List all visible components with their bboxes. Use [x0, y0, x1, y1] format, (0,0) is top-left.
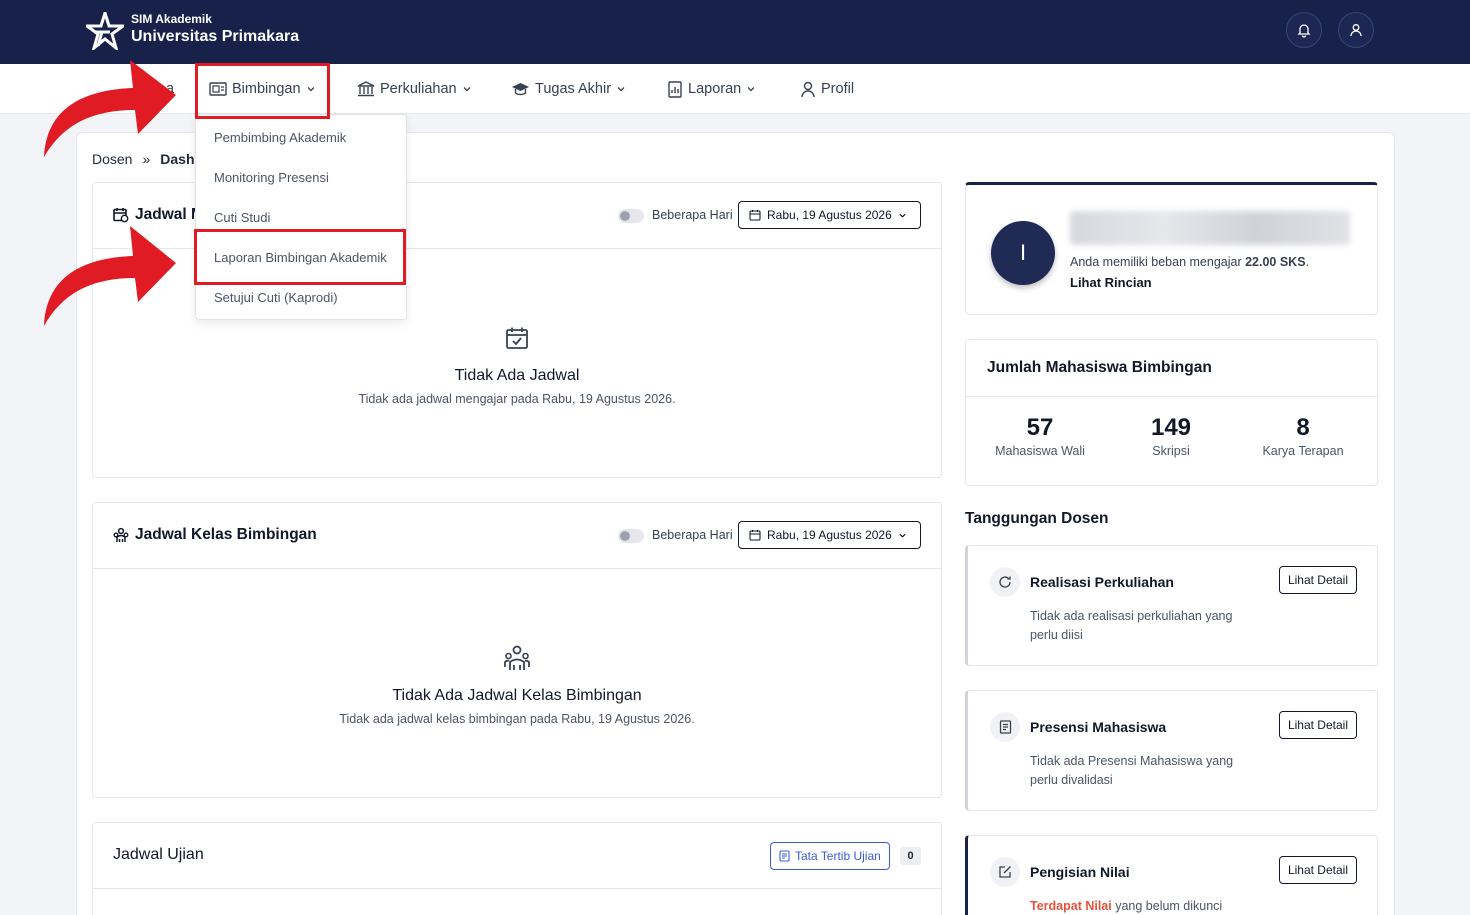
app-name: SIM Akademik	[131, 12, 212, 26]
task-title: Presensi Mahasiswa	[1030, 719, 1167, 735]
menu-item-cuti-studi[interactable]: Cuti Studi	[214, 210, 270, 225]
lihat-detail-button[interactable]: Lihat Detail	[1278, 566, 1357, 594]
nav-item-profil[interactable]: Profil	[800, 64, 854, 114]
notification-button[interactable]	[1286, 12, 1322, 48]
lihat-rincian-link[interactable]: Lihat Rincian	[1070, 275, 1152, 290]
redacted-lecturer-name	[1070, 211, 1350, 245]
empty-state-title: Tidak Ada Jadwal	[454, 367, 580, 384]
calendar-icon	[749, 210, 761, 221]
menu-item-pembimbing-akademik[interactable]: Pembimbing Akademik	[214, 130, 346, 145]
chevron-down-icon	[747, 87, 755, 92]
teaching-load-text: Anda memiliki beban mengajar 22.00 SKS.	[1070, 255, 1310, 269]
people-group-icon	[113, 527, 129, 542]
institution-icon	[357, 81, 375, 97]
document-icon	[779, 850, 790, 862]
lihat-detail-button[interactable]: Lihat Detail	[1278, 856, 1357, 884]
task-card-pengisian-nilai: Pengisian Nilai Terdapat Nilai yang belu…	[965, 835, 1378, 915]
task-description: Terdapat Nilai yang belum dikunci	[1030, 899, 1223, 913]
jadwal-bimbingan-card: Jadwal Kelas Bimbingan Beberapa Hari Rab…	[92, 502, 942, 798]
people-group-icon	[504, 645, 530, 670]
university-logo[interactable]	[86, 12, 124, 50]
profile-card: I Anda memiliki beban mengajar 22.00 SKS…	[965, 182, 1378, 315]
exam-count-badge: 0	[900, 847, 921, 865]
pointer-arrow-icon	[44, 226, 176, 326]
toggle-label: Beberapa Hari	[652, 528, 733, 542]
chevron-down-icon	[899, 213, 906, 218]
task-description: Tidak ada Presensi Mahasiswa yang perlu …	[1030, 754, 1234, 787]
user-icon	[801, 81, 815, 97]
chevron-down-icon	[899, 533, 906, 538]
empty-state-title: Tidak Ada Jadwal Kelas Bimbingan	[392, 687, 642, 704]
section-title: Tanggungan Dosen	[965, 510, 1109, 527]
graduation-cap-icon	[512, 83, 529, 96]
stat-karya-terapan[interactable]: 8 Karya Terapan	[1238, 414, 1368, 458]
stat-skripsi[interactable]: 149 Skripsi	[1106, 414, 1236, 458]
university-name: Universitas Primakara	[131, 28, 300, 45]
nav-item-laporan[interactable]: Laporan	[667, 64, 756, 114]
card-title: Jadwal Ujian	[113, 846, 204, 863]
card-title: Jadwal Kelas Bimbingan	[113, 526, 317, 544]
empty-state-subtitle: Tidak ada jadwal kelas bimbingan pada Ra…	[339, 712, 695, 726]
calendar-check-icon	[506, 327, 528, 349]
empty-state-subtitle: Tidak ada jadwal mengajar pada Rabu, 19 …	[358, 392, 676, 406]
pointer-arrow-icon	[44, 60, 176, 157]
task-card-presensi: Presensi Mahasiswa Tidak ada Presensi Ma…	[965, 690, 1378, 811]
nav-item-tugas-akhir[interactable]: Tugas Akhir	[511, 64, 626, 114]
task-title: Pengisian Nilai	[1030, 864, 1130, 880]
bimbingan-dropdown-menu: Pembimbing Akademik Monitoring Presensi …	[195, 114, 407, 320]
jadwal-ujian-card: Jadwal Ujian Tata Tertib Ujian 0	[92, 822, 942, 915]
edit-icon	[990, 857, 1020, 887]
calendar-icon	[749, 530, 761, 541]
document-icon	[990, 712, 1020, 742]
task-title: Realisasi Perkuliahan	[1030, 574, 1174, 590]
highlight-box-bimbingan	[195, 63, 330, 119]
toggle-label: Beberapa Hari	[652, 208, 733, 222]
chevron-down-icon	[463, 87, 471, 92]
exam-rules-button[interactable]: Tata Tertib Ujian	[770, 842, 890, 870]
student-count-card: Jumlah Mahasiswa Bimbingan 57 Mahasiswa W…	[965, 339, 1378, 486]
chevron-down-icon	[617, 87, 625, 92]
date-picker-button[interactable]: Rabu, 19 Agustus 2026	[738, 521, 921, 549]
top-header: SIM Akademik Universitas Primakara	[0, 0, 1470, 64]
avatar: I	[991, 221, 1055, 285]
user-icon	[1350, 24, 1362, 37]
menu-item-monitoring-presensi[interactable]: Monitoring Presensi	[214, 170, 329, 185]
report-icon	[668, 80, 682, 98]
bell-icon	[1297, 24, 1311, 38]
refresh-icon	[990, 567, 1020, 597]
card-title: Jumlah Mahasiswa Bimbingan	[987, 359, 1212, 376]
task-description: Tidak ada realisasi perkuliahan yang per…	[1030, 609, 1233, 642]
task-card-realisasi: Realisasi Perkuliahan Tidak ada realisas…	[965, 545, 1378, 666]
date-picker-button[interactable]: Rabu, 19 Agustus 2026	[738, 201, 921, 229]
menu-item-setujui-cuti-kaprodi[interactable]: Setujui Cuti (Kaprodi)	[214, 290, 338, 305]
highlight-box-laporan	[194, 229, 406, 285]
stat-mahasiswa-wali[interactable]: 57 Mahasiswa Wali	[975, 414, 1105, 458]
nav-item-perkuliahan[interactable]: Perkuliahan	[357, 64, 472, 114]
account-button[interactable]	[1338, 12, 1374, 48]
beberapa-hari-toggle[interactable]	[618, 209, 644, 223]
beberapa-hari-toggle[interactable]	[618, 529, 644, 543]
lihat-detail-button[interactable]: Lihat Detail	[1278, 711, 1357, 739]
